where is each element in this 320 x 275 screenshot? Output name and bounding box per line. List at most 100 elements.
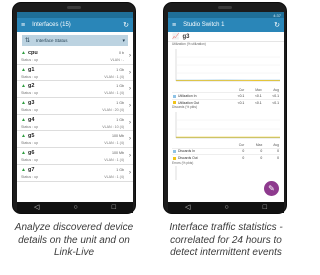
interface-row[interactable]: ▲ g4 1 Gb Status : up VLAN : 10 (4) › <box>17 115 133 132</box>
interface-row[interactable]: ▲ g6 100 Mb Status : up VLAN : 1 (4) › <box>17 148 133 165</box>
interface-name: g5 <box>27 133 35 140</box>
interface-speed: 1 Gb <box>116 84 124 89</box>
interface-speed: 1 Gb <box>116 117 124 122</box>
status-up-arrow-icon: ▲ <box>21 133 26 140</box>
interface-row[interactable]: ▲ g1 1 Gb Status : up VLAN : 1 (4) › <box>17 65 133 82</box>
interface-name: g1 <box>27 66 35 73</box>
interface-detail-screen: 4:37 ≡ Studio Switch 1 ↻ 📈 g3 Utilizatio… <box>168 12 284 202</box>
interface-status: Status : up <box>21 158 39 163</box>
series-swatch <box>173 101 176 105</box>
row-name: Utilization In <box>178 93 197 98</box>
row-name: Discards In <box>178 149 195 154</box>
chevron-right-icon: › <box>129 119 131 126</box>
utilization-table: Cur Max Avg Utilization In <0.1 <0.1 <0.… <box>172 87 280 106</box>
interface-name: g4 <box>27 116 35 123</box>
row-name-cell: Discards In <box>172 147 230 155</box>
chevron-right-icon: › <box>129 169 131 176</box>
interface-speed: 1 Gb <box>116 101 124 106</box>
status-up-arrow-icon: ▲ <box>21 66 26 73</box>
interface-vlan: VLAN : 1 (4) <box>104 141 124 146</box>
interface-vlan: VLAN : 20 (4) <box>102 108 124 113</box>
series-swatch <box>173 94 176 98</box>
interface-list: ▲ cpu 0 b Status : up VLAN : - › ▲ g1 1 Gb Status… <box>17 48 133 182</box>
interface-vlan: VLAN : 1 (4) <box>104 91 124 96</box>
chevron-right-icon: › <box>129 53 131 59</box>
cur-cell: 0 <box>229 147 246 155</box>
menu-icon[interactable]: ≡ <box>172 22 176 29</box>
fab-button[interactable]: ✎ <box>264 181 279 196</box>
interface-row[interactable]: ▲ cpu 0 b Status : up VLAN : - › <box>17 48 133 65</box>
phone-speaker <box>218 6 232 9</box>
home-icon[interactable]: ○ <box>73 204 77 211</box>
chevron-right-icon: › <box>129 153 131 160</box>
interface-speed: 100 Mb <box>112 151 124 156</box>
table-row: Discards In 0 0 0 <box>172 147 280 155</box>
interface-row[interactable]: ▲ g2 1 Gb Status : up VLAN : 1 (4) › <box>17 81 133 99</box>
series-swatch <box>173 156 176 160</box>
interface-status-filter[interactable]: ⇅ Interface Status ▾ <box>22 35 128 46</box>
app-bar: ≡ Interfaces (15) ↻ <box>17 18 133 32</box>
back-icon[interactable]: ◁ <box>34 204 39 211</box>
interface-row[interactable]: ▲ g3 1 Gb Status : up VLAN : 20 (4) › <box>17 98 133 115</box>
caption-line: correlated for 24 hours to <box>170 234 282 246</box>
interface-status: Status : up <box>21 74 39 79</box>
interface-status: Status : up <box>21 58 39 62</box>
interface-status: Status : up <box>21 91 39 96</box>
back-icon[interactable]: ◁ <box>185 204 190 211</box>
caption-line: Analyze discovered device <box>14 222 134 233</box>
refresh-icon[interactable]: ↻ <box>123 22 129 29</box>
interface-vlan: VLAN : - <box>110 58 124 62</box>
recent-apps-icon[interactable]: □ <box>263 204 267 211</box>
utilization-chart-svg <box>175 49 281 82</box>
status-up-arrow-icon: ▲ <box>21 166 26 173</box>
status-up-arrow-icon: ▲ <box>21 150 26 157</box>
interface-status: Status : up <box>21 141 39 146</box>
recent-apps-icon[interactable]: □ <box>112 204 116 211</box>
status-up-arrow-icon: ▲ <box>21 100 26 107</box>
chevron-right-icon: › <box>129 136 131 143</box>
interfaces-screen: ≡ Interfaces (15) ↻ ⇅ Interface Status ▾… <box>17 12 133 202</box>
series-swatch <box>173 149 176 153</box>
interface-name: cpu <box>27 50 38 56</box>
table-row: Utilization In <0.1 <0.1 <0.1 <box>172 92 280 100</box>
max-cell: <0.1 <box>245 92 263 100</box>
caption-line: Interface traffic statistics - <box>169 222 283 233</box>
discards-table: Cur Max Avg Discards In 0 0 0 Discards O… <box>172 142 280 161</box>
chart-icon: 📈 <box>172 34 180 40</box>
caption-line: Link-Live <box>53 247 95 258</box>
discards-stats: Cur Max Avg Discards In 0 0 0 Discards O… <box>168 142 284 161</box>
app-bar: ≡ Studio Switch 1 ↻ <box>168 18 284 32</box>
interface-speed: 100 Mb <box>112 134 124 139</box>
avg-cell: 0 <box>263 147 280 155</box>
app-title: Interfaces (15) <box>32 22 71 28</box>
status-up-arrow-icon: ▲ <box>21 83 26 90</box>
status-up-arrow-icon: ▲ <box>21 116 26 123</box>
phone-speaker <box>67 6 81 9</box>
interface-speed: 1 Gb <box>116 167 124 172</box>
interface-speed: 1 Gb <box>116 67 124 72</box>
chevron-right-icon: › <box>129 86 131 93</box>
right-phone: 4:37 ≡ Studio Switch 1 ↻ 📈 g3 Utilizatio… <box>163 2 287 214</box>
fab-icon: ✎ <box>268 184 275 193</box>
interface-vlan: VLAN : 10 (4) <box>102 124 124 129</box>
interface-vlan: VLAN : 1 (4) <box>104 174 124 179</box>
discards-chart-svg <box>175 112 280 139</box>
status-time: 4:37 <box>273 12 281 18</box>
interface-name: g2 <box>27 83 35 90</box>
caption-right: Interface traffic statistics - correlate… <box>152 222 300 260</box>
interface-row[interactable]: ▲ g7 1 Gb Status : up VLAN : 1 (4) › <box>17 165 133 182</box>
home-icon[interactable]: ○ <box>224 204 228 211</box>
menu-icon[interactable]: ≡ <box>21 22 25 29</box>
caption-left: Analyze discovered device details on the… <box>0 222 148 260</box>
app-title: Studio Switch 1 <box>183 22 225 28</box>
filter-label: Interface Status <box>36 38 68 43</box>
refresh-icon[interactable]: ↻ <box>274 22 280 29</box>
row-name: Discards Out <box>178 155 198 160</box>
interface-name: g6 <box>27 150 35 157</box>
utilization-chart <box>168 47 284 87</box>
row-name: Utilization Out <box>178 100 200 105</box>
avg-cell: <0.1 <box>262 92 280 100</box>
interface-status: Status : up <box>21 124 39 129</box>
interface-name: g3 <box>27 100 35 107</box>
interface-row[interactable]: ▲ g5 100 Mb Status : up VLAN : 1 (4) › <box>17 131 133 149</box>
